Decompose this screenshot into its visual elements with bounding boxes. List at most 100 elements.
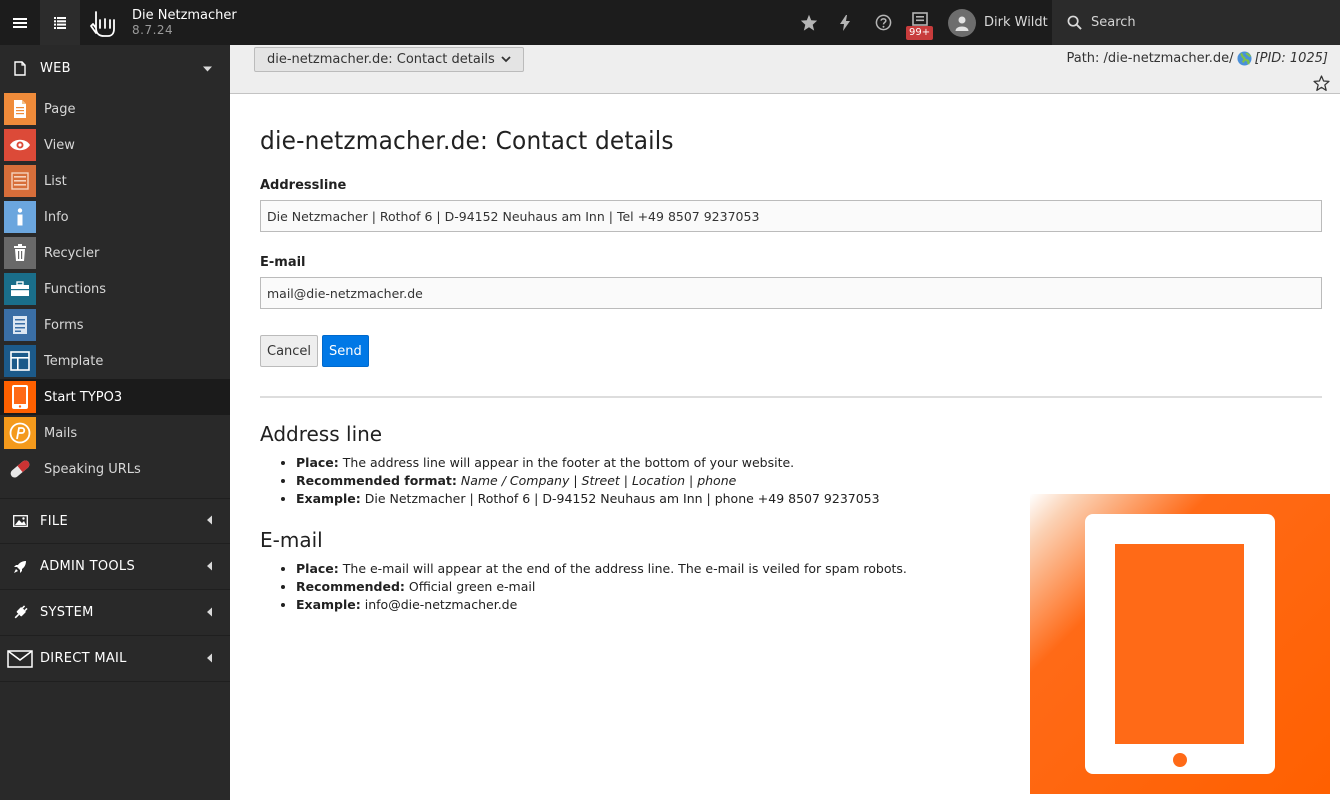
caret-left-icon xyxy=(207,514,212,529)
action-menu-dropdown[interactable]: die-netzmacher.de: Contact details xyxy=(254,47,524,72)
cancel-button[interactable]: Cancel xyxy=(260,335,319,367)
group-web[interactable]: WEB xyxy=(0,45,230,91)
search-box[interactable] xyxy=(1052,0,1340,45)
bookmarks-button[interactable] xyxy=(791,0,827,45)
module-page[interactable]: Page xyxy=(0,91,230,127)
mail-p-icon xyxy=(4,417,36,449)
doc-header: die-netzmacher.de: Contact details Path:… xyxy=(230,45,1340,94)
page-title: die-netzmacher.de: Contact details xyxy=(260,126,674,155)
site-name: Die Netzmacher xyxy=(132,7,237,23)
module-label: Info xyxy=(44,209,69,225)
caret-left-icon xyxy=(207,605,212,620)
send-button[interactable]: Send xyxy=(322,335,369,367)
group-label: ADMIN TOOLS xyxy=(40,559,136,574)
list-item: Place: The address line will appear in t… xyxy=(296,454,1322,472)
username: Dirk Wildt xyxy=(984,15,1048,30)
caret-down-icon xyxy=(203,61,212,76)
star-icon xyxy=(800,14,818,31)
module-menu: WEB Page View List Info Recycler Functio… xyxy=(0,45,230,800)
trash-icon xyxy=(4,237,36,269)
tablet-icon xyxy=(4,381,36,413)
group-label: DIRECT MAIL xyxy=(40,651,127,666)
topbar: Die Netzmacher 8.7.24 99+ Dirk Wildt xyxy=(0,0,1340,45)
notification-badge: 99+ xyxy=(906,26,934,40)
module-label: Speaking URLs xyxy=(44,461,141,477)
form-icon xyxy=(4,309,36,341)
rocket-icon xyxy=(0,560,40,574)
module-label: List xyxy=(44,173,67,189)
module-view[interactable]: View xyxy=(0,127,230,163)
module-forms[interactable]: Forms xyxy=(0,307,230,343)
group-label: FILE xyxy=(40,513,68,529)
shortcut-button[interactable] xyxy=(1313,75,1330,91)
module-label: Start TYPO3 xyxy=(44,389,123,405)
list-item: Recommended format: Name / Company | Str… xyxy=(296,472,1322,490)
address-help-heading: Address line xyxy=(260,422,383,446)
brand[interactable]: Die Netzmacher 8.7.24 xyxy=(88,0,237,45)
group-file[interactable]: FILE xyxy=(0,498,230,544)
version-label: 8.7.24 xyxy=(132,22,174,37)
module-label: Recycler xyxy=(44,245,100,261)
addressline-label: Addressline xyxy=(260,178,347,193)
menu-toggle-button[interactable] xyxy=(0,0,40,45)
dropdown-label: die-netzmacher.de: Contact details xyxy=(267,52,495,67)
user-menu[interactable]: Dirk Wildt xyxy=(948,0,1048,45)
module-label: View xyxy=(44,137,75,153)
lightning-icon xyxy=(840,14,850,31)
hand-logo-icon xyxy=(90,10,115,37)
help-button[interactable] xyxy=(865,0,901,45)
module-mails[interactable]: Mails xyxy=(0,415,230,451)
page-icon xyxy=(4,93,36,125)
group-web-label: WEB xyxy=(40,60,71,76)
module-label: Forms xyxy=(44,317,84,333)
group-system[interactable]: SYSTEM xyxy=(0,590,230,636)
tablet-illustration xyxy=(1030,494,1330,794)
module-recycler[interactable]: Recycler xyxy=(0,235,230,271)
document-icon xyxy=(0,60,40,76)
path-info: Path: /die-netzmacher.de/ [PID: 1025] xyxy=(1066,51,1328,66)
divider xyxy=(260,396,1322,398)
chevron-down-icon xyxy=(501,56,511,63)
module-label: Functions xyxy=(44,281,107,297)
module-label: Page xyxy=(44,101,76,117)
briefcase-icon xyxy=(4,273,36,305)
list-icon xyxy=(4,165,36,197)
star-outline-icon xyxy=(1313,75,1330,91)
image-icon xyxy=(0,515,40,527)
module-start-typo3[interactable]: Start TYPO3 xyxy=(0,379,230,415)
module-speaking-urls[interactable]: Speaking URLs xyxy=(0,451,230,487)
clear-cache-button[interactable] xyxy=(827,0,863,45)
form-buttons: Cancel Send xyxy=(260,335,1322,367)
user-icon xyxy=(955,16,969,31)
eye-icon xyxy=(4,129,36,161)
caret-left-icon xyxy=(207,559,212,574)
hamburger-icon xyxy=(13,17,27,28)
module-functions[interactable]: Functions xyxy=(0,271,230,307)
caret-left-icon xyxy=(207,651,212,666)
search-input[interactable] xyxy=(1091,15,1311,30)
module-info[interactable]: Info xyxy=(0,199,230,235)
page-tree-toggle-button[interactable] xyxy=(40,0,80,45)
group-direct-mail[interactable]: DIRECT MAIL xyxy=(0,636,230,682)
globe-icon xyxy=(1237,51,1252,66)
group-admin-tools[interactable]: ADMIN TOOLS xyxy=(0,544,230,590)
group-label: SYSTEM xyxy=(40,605,94,620)
email-input[interactable] xyxy=(260,277,1322,309)
search-icon xyxy=(1067,15,1082,30)
plug-icon xyxy=(0,605,40,620)
avatar xyxy=(948,8,976,37)
tablet-icon xyxy=(1085,514,1275,774)
path-text: Path: /die-netzmacher.de/ xyxy=(1066,51,1234,66)
template-icon xyxy=(4,345,36,377)
system-information-icon xyxy=(912,11,928,26)
module-label: Mails xyxy=(44,425,78,441)
pill-icon xyxy=(4,453,36,485)
module-list[interactable]: List xyxy=(0,163,230,199)
help-icon xyxy=(875,14,891,31)
info-icon xyxy=(4,201,36,233)
page-id: [PID: 1025] xyxy=(1254,51,1328,66)
tree-list-icon xyxy=(54,16,66,29)
module-template[interactable]: Template xyxy=(0,343,230,379)
module-label: Template xyxy=(44,353,104,369)
addressline-input[interactable] xyxy=(260,200,1322,232)
